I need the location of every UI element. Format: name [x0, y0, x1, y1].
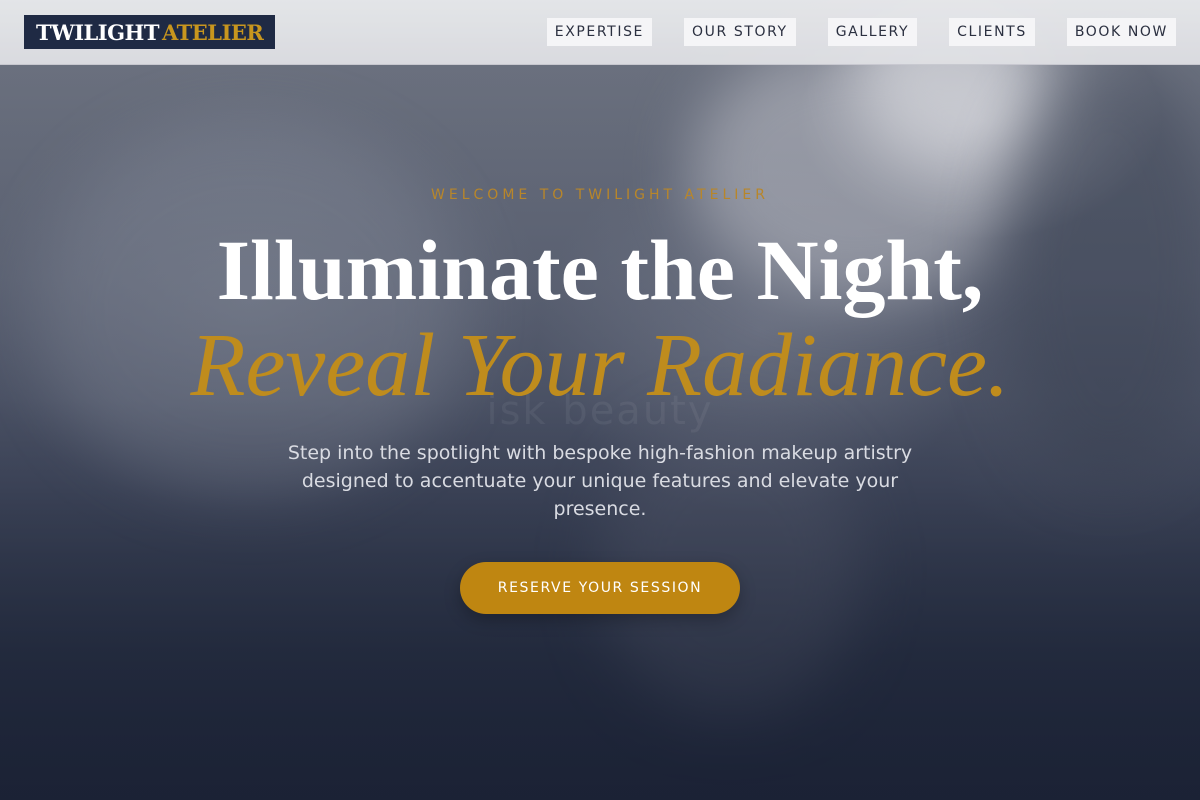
brand-logo-part1: TWILIGHT [36, 19, 160, 45]
nav-item-book-now[interactable]: BOOK NOW [1066, 18, 1176, 46]
hero-headline-line2: Reveal Your Radiance. [190, 316, 1010, 415]
nav-item-expertise[interactable]: EXPERTISE [546, 18, 652, 46]
brand-logo[interactable]: TWILIGHT ATELIER [24, 15, 276, 49]
nav-item-clients[interactable]: CLIENTS [949, 18, 1035, 46]
nav-item-gallery[interactable]: GALLERY [827, 18, 918, 46]
main-nav: EXPERTISE OUR STORY GALLERY CLIENTS BOOK… [546, 18, 1176, 46]
hero-description: Step into the spotlight with bespoke hig… [287, 442, 913, 520]
hero-kicker: WELCOME TO TWILIGHT ATELIER [431, 187, 769, 203]
nav-item-our-story[interactable]: OUR STORY [684, 18, 796, 46]
site-header: TWILIGHT ATELIER EXPERTISE OUR STORY GAL… [0, 0, 1200, 65]
hero-headline-line1: Illuminate the Night, [216, 222, 984, 318]
reserve-session-button[interactable]: RESERVE YOUR SESSION [460, 562, 740, 614]
brand-logo-part2: ATELIER [162, 19, 264, 45]
